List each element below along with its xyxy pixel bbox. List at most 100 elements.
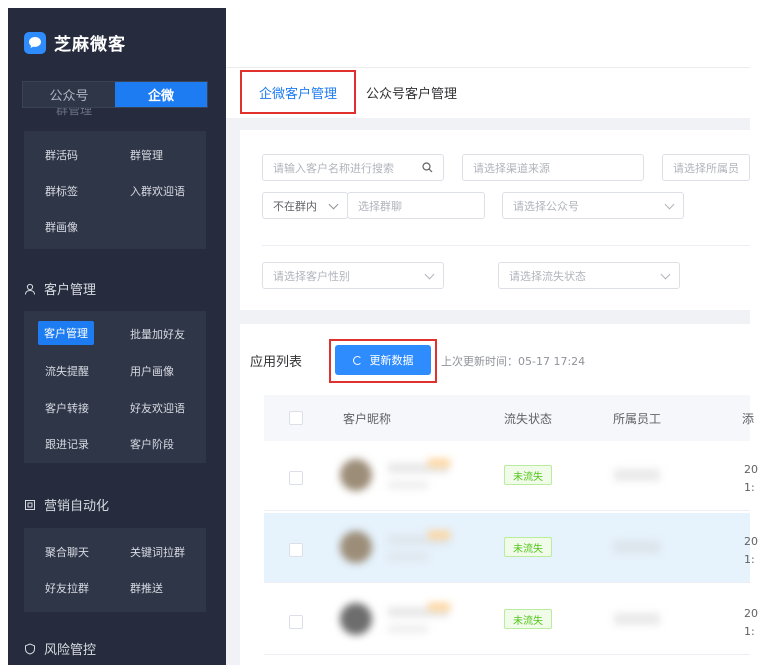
staff-name (614, 613, 660, 625)
added-date: 20 (744, 463, 758, 476)
customer-tag (428, 603, 450, 611)
official-account-placeholder: 请选择公众号 (513, 199, 579, 213)
menu-group-tags[interactable]: 群标签 (45, 183, 78, 199)
menu-customer-transfer[interactable]: 客户转接 (45, 400, 89, 416)
tab-official-account-customers[interactable]: 公众号客户管理 (366, 83, 457, 102)
menu-keyword-group[interactable]: 关键词拉群 (130, 544, 185, 560)
group-chat-select[interactable]: 选择群聊 (347, 192, 485, 219)
added-time: 1: (744, 625, 755, 638)
menu-batch-add-friends[interactable]: 批量加好友 (130, 326, 185, 342)
automation-icon (25, 499, 35, 510)
menu-customer-stage[interactable]: 客户阶段 (130, 436, 174, 452)
chevron-down-icon (424, 269, 435, 280)
staff-name (614, 541, 660, 553)
section-risk-label: 风险管控 (44, 643, 97, 658)
added-time: 1: (744, 481, 755, 494)
customer-menu-panel: 客户管理 批量加好友 流失提醒 用户画像 客户转接 好友欢迎语 跟进记录 客户阶… (24, 311, 206, 463)
tab-wecom-customers[interactable]: 企微客户管理 (240, 70, 356, 114)
chat-bubble-icon (24, 31, 46, 54)
switch-official-account[interactable]: 公众号 (23, 82, 115, 107)
search-placeholder: 请输入客户名称进行搜索 (273, 161, 394, 175)
added-date: 20 (744, 535, 758, 548)
sidebar: 芝麻微客 公众号 企微 群管理 群活码 群管理 群标签 入群欢迎语 群画像 客户… (8, 8, 226, 665)
customer-search-input[interactable]: 请输入客户名称进行搜索 (262, 154, 444, 181)
status-badge: 未流失 (504, 537, 552, 557)
app-name: 芝麻微客 (54, 35, 126, 55)
app-logo[interactable]: 芝麻微客 (24, 30, 126, 55)
select-all-checkbox[interactable] (289, 411, 303, 425)
section-marketing-automation[interactable]: 营销自动化 (24, 495, 109, 514)
avatar (340, 531, 372, 563)
separator (226, 118, 750, 130)
refresh-data-button[interactable]: 更新数据 (335, 345, 431, 375)
staff-select[interactable]: 请选择所属员 (662, 154, 750, 181)
section-customer-management[interactable]: 客户管理 (24, 279, 96, 298)
table-row[interactable]: 未流失 20 1: (264, 585, 758, 655)
menu-user-portrait[interactable]: 用户画像 (130, 363, 174, 379)
menu-group-welcome[interactable]: 入群欢迎语 (130, 183, 185, 199)
section-customer-label: 客户管理 (44, 283, 97, 298)
menu-group-push[interactable]: 群推送 (130, 580, 163, 596)
group-status-value: 不在群内 (273, 199, 317, 213)
chevron-down-icon (328, 199, 339, 210)
added-date: 20 (744, 607, 758, 620)
separator (226, 310, 750, 324)
last-update-text: 上次更新时间：05-17 17:24 (441, 355, 586, 368)
user-icon (25, 283, 35, 295)
section-risk-control[interactable]: 风险管控 (24, 639, 96, 658)
row-checkbox[interactable] (289, 615, 303, 629)
menu-group-manage[interactable]: 群管理 (130, 147, 163, 163)
table-header: 客户昵称 流失状态 所属员工 添 (264, 395, 754, 441)
menu-churn-reminder[interactable]: 流失提醒 (45, 363, 89, 379)
section-marketing-label: 营销自动化 (44, 499, 110, 514)
avatar (340, 603, 372, 635)
tabs-bar: 企微客户管理 公众号客户管理 (226, 68, 750, 118)
status-badge: 未流失 (504, 609, 552, 629)
menu-friend-group[interactable]: 好友拉群 (45, 580, 89, 596)
status-badge: 未流失 (504, 465, 552, 485)
row-checkbox[interactable] (289, 543, 303, 557)
menu-follow-up-records[interactable]: 跟进记录 (45, 436, 89, 452)
chevron-down-icon (660, 269, 671, 280)
menu-aggregated-chat[interactable]: 聚合聊天 (45, 544, 89, 560)
group-chat-placeholder: 选择群聊 (358, 199, 402, 213)
table-row[interactable]: 未流失 20 1: (264, 441, 758, 511)
official-account-select[interactable]: 请选择公众号 (502, 192, 684, 219)
content-gutter (226, 118, 240, 665)
customer-subtext (388, 625, 428, 633)
col-nickname: 客户昵称 (343, 412, 392, 426)
col-added: 添 (742, 412, 755, 426)
top-header (226, 8, 750, 68)
gender-select[interactable]: 请选择客户性别 (262, 262, 444, 289)
customer-tag (428, 531, 450, 539)
refresh-button-label: 更新数据 (369, 354, 414, 367)
account-type-switch: 公众号 企微 (22, 81, 208, 108)
list-title: 应用列表 (250, 355, 303, 370)
customer-tag (428, 459, 450, 467)
churn-status-placeholder: 请选择流失状态 (509, 269, 586, 283)
scrolled-section-label: 群管理 (56, 108, 93, 117)
staff-name (614, 469, 660, 481)
refresh-icon (352, 355, 362, 365)
switch-wecom[interactable]: 企微 (115, 82, 207, 107)
shield-icon (25, 642, 35, 655)
menu-group-code[interactable]: 群活码 (45, 147, 78, 163)
col-churn-status: 流失状态 (504, 412, 553, 426)
channel-placeholder: 请选择渠道来源 (473, 161, 550, 175)
filter-divider (262, 245, 750, 246)
gender-placeholder: 请选择客户性别 (273, 269, 350, 283)
row-checkbox[interactable] (289, 471, 303, 485)
customer-subtext (388, 481, 428, 489)
tab-wecom-customers-label: 企微客户管理 (258, 86, 337, 102)
added-time: 1: (744, 553, 755, 566)
menu-friend-welcome[interactable]: 好友欢迎语 (130, 400, 185, 416)
churn-status-select[interactable]: 请选择流失状态 (498, 262, 680, 289)
table-row[interactable]: 未流失 20 1: (264, 513, 758, 583)
menu-group-portrait[interactable]: 群画像 (45, 219, 78, 235)
group-menu-panel: 群活码 群管理 群标签 入群欢迎语 群画像 (24, 131, 206, 249)
avatar (340, 459, 372, 491)
channel-select[interactable]: 请选择渠道来源 (462, 154, 644, 181)
menu-customer-management[interactable]: 客户管理 (38, 321, 94, 345)
col-staff: 所属员工 (613, 412, 662, 426)
group-status-select[interactable]: 不在群内 (262, 192, 348, 219)
